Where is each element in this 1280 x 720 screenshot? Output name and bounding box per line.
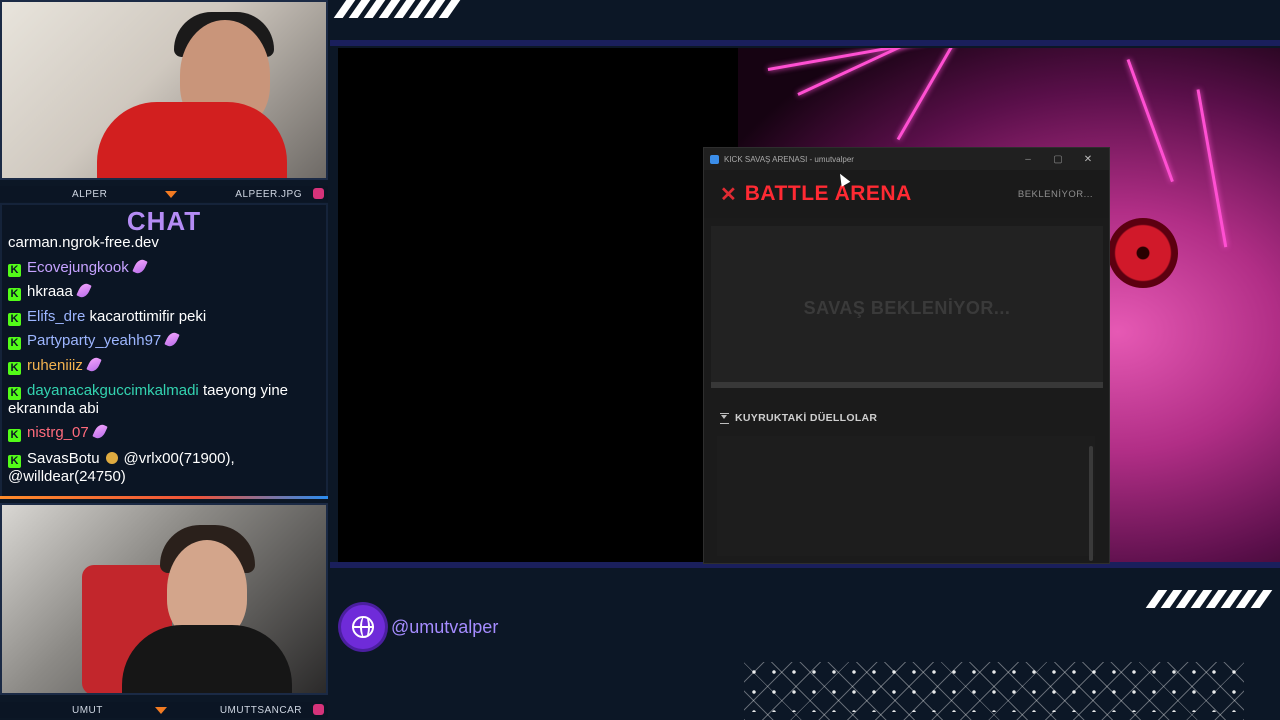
maximize-button[interactable]: ▢ bbox=[1043, 154, 1073, 165]
kick-badge-icon: K bbox=[8, 337, 21, 350]
kick-badge-icon: K bbox=[8, 263, 21, 277]
chat-message: K Partyparty_yeahh97 bbox=[8, 329, 320, 354]
webcam-top-handle: ALPEER.JPG bbox=[235, 188, 302, 200]
globe-icon bbox=[341, 605, 385, 649]
decorative-stripes-top bbox=[333, 0, 461, 20]
instagram-icon bbox=[313, 704, 324, 715]
queue-title-text: KUYRUKTAKİ DÜELLOLAR bbox=[735, 412, 878, 424]
kick-badge-icon: K bbox=[8, 387, 21, 400]
chat-text: kacarottimifir peki bbox=[89, 307, 207, 325]
webcam-bottom-handle: UMUTTSANCAR bbox=[219, 704, 302, 716]
anime-eye bbox=[1108, 218, 1178, 288]
money-bag-icon bbox=[105, 451, 118, 464]
instagram-icon bbox=[313, 188, 324, 199]
chat-messages: carman.ngrok-free.dev K Ecovejungkook Khk… bbox=[2, 231, 326, 489]
feather-icon bbox=[92, 422, 108, 441]
window-title: KICK SAVAŞ ARENASI - umutvalper bbox=[724, 154, 854, 164]
battle-arena-window[interactable]: KICK SAVAŞ ARENASI - umutvalper – ▢ ✕ ✕ … bbox=[703, 147, 1110, 564]
arrow-down-icon bbox=[155, 706, 168, 714]
chat-message: Kruheniiiz bbox=[8, 354, 320, 379]
streamer-shirt bbox=[122, 625, 292, 693]
chat-username: Partyparty_yeahh97 bbox=[27, 332, 162, 349]
kick-badge-icon: K bbox=[8, 288, 21, 301]
kick-badge-icon: K bbox=[8, 454, 21, 468]
chat-message: K SavasBotu @vrlx00(71900), @willdear(2475… bbox=[8, 446, 320, 489]
chat-username: Ecovejungkook bbox=[27, 258, 129, 276]
chat-username: dayanacakguccimkalmadi bbox=[27, 382, 199, 399]
battle-panel: SAVAŞ BEKLENİYOR... bbox=[711, 226, 1103, 388]
battle-waiting-text: SAVAŞ BEKLENİYOR... bbox=[803, 298, 1011, 318]
chat-message: Kdayanacakguccimkalmadi taeyong yine ekr… bbox=[8, 378, 320, 421]
close-button[interactable]: ✕ bbox=[1073, 154, 1103, 165]
minimize-button[interactable]: – bbox=[1013, 154, 1043, 165]
webcam-top bbox=[0, 0, 328, 180]
social-handle: @umutvalper bbox=[341, 605, 498, 649]
app-icon bbox=[710, 154, 719, 164]
window-titlebar[interactable]: KICK SAVAŞ ARENASI - umutvalper – ▢ ✕ bbox=[704, 148, 1109, 170]
webcam-top-name: ALPER bbox=[72, 188, 108, 200]
queue-scrollbar[interactable] bbox=[1089, 446, 1093, 561]
chat-username: hkraaa bbox=[27, 283, 73, 300]
chat-username: Elifs_dre bbox=[27, 307, 86, 325]
chat-username: nistrg_07 bbox=[27, 424, 89, 441]
stream-overlay: ALPER ALPEER.JPG CHAT carman.ngrok-free.… bbox=[0, 0, 1280, 720]
feather-icon bbox=[76, 281, 92, 300]
decorative-stripes-bottom bbox=[1145, 590, 1273, 610]
hourglass-icon bbox=[720, 412, 729, 424]
chat-username: SavasBotu bbox=[27, 449, 100, 467]
arrow-down-icon bbox=[165, 190, 178, 198]
chat-message: K Elifs_dre kacarottimifir peki bbox=[8, 305, 320, 330]
decorative-dots bbox=[744, 662, 1244, 712]
chat-username: ruheniiiz bbox=[27, 356, 83, 374]
webcam-top-label-bar: ALPER ALPEER.JPG bbox=[0, 186, 328, 202]
crossed-swords-icon: ✕ bbox=[720, 183, 737, 206]
kick-badge-icon: K bbox=[8, 429, 21, 442]
arena-status: BEKLENİYOR... bbox=[1017, 188, 1093, 200]
duel-queue-list[interactable] bbox=[717, 436, 1095, 561]
webcam-bottom-label-bar: UMUT UMUTTSANCAR bbox=[0, 702, 328, 718]
top-accent-line bbox=[330, 40, 1280, 46]
webcam-bottom-name: UMUT bbox=[72, 704, 103, 716]
chat-text: carman.ngrok-free.dev bbox=[8, 234, 159, 251]
battle-progress-bar bbox=[711, 382, 1103, 388]
arena-title: BATTLE ARENA bbox=[744, 182, 912, 205]
webcam-bottom bbox=[0, 503, 328, 695]
chat-divider bbox=[0, 496, 328, 499]
kick-badge-icon: K bbox=[8, 312, 21, 326]
feather-icon bbox=[86, 355, 102, 373]
handle-text: @umutvalper bbox=[391, 616, 499, 637]
chat-message: K Ecovejungkook bbox=[8, 256, 320, 281]
chat-message: Knistrg_07 bbox=[8, 421, 320, 446]
chat-panel: CHAT carman.ngrok-free.dev K Ecovejungkoo… bbox=[0, 203, 328, 499]
feather-icon bbox=[132, 257, 148, 275]
kick-badge-icon: K bbox=[8, 361, 21, 375]
feather-icon bbox=[164, 330, 180, 349]
chat-message: Khkraaa bbox=[8, 280, 320, 305]
streamer-shirt bbox=[97, 102, 287, 178]
arena-header: ✕ BATTLE ARENA BEKLENİYOR... bbox=[704, 170, 1109, 218]
queue-title: KUYRUKTAKİ DÜELLOLAR bbox=[720, 412, 1109, 424]
